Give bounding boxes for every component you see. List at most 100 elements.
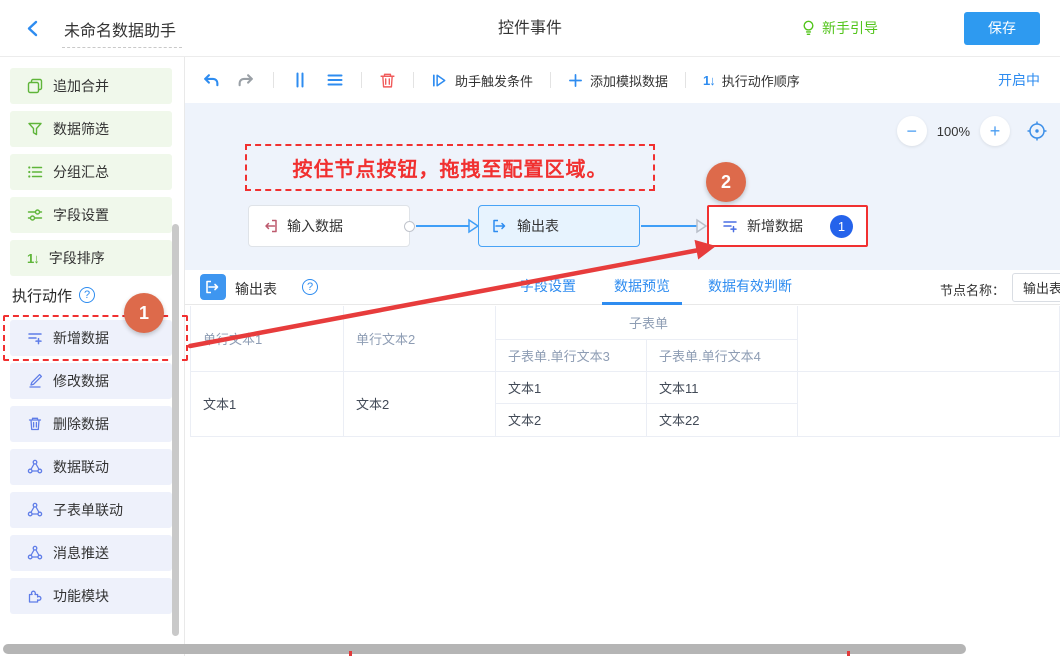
sidebar-item-label: 子表单联动 xyxy=(53,500,123,520)
document-title[interactable]: 未命名数据助手 xyxy=(62,17,182,48)
undo-icon xyxy=(201,72,220,89)
sidebar-item-edit-data[interactable]: 修改数据 xyxy=(10,363,172,399)
order-sort-icon: 1↓ xyxy=(703,73,715,88)
sidebar-item-label: 消息推送 xyxy=(53,543,109,563)
tutorial-step-2-badge: 2 xyxy=(706,162,746,202)
table-cell: 文本2 xyxy=(496,403,647,436)
crosshair-icon xyxy=(1026,120,1048,142)
sidebar-item-function-module[interactable]: 功能模块 xyxy=(10,578,172,614)
action-order-button[interactable]: 1↓ 执行动作顺序 xyxy=(703,71,800,90)
group-summary-icon xyxy=(27,164,43,180)
empty-cell xyxy=(798,306,1060,371)
input-data-icon xyxy=(262,218,278,234)
locate-center-button[interactable] xyxy=(1026,120,1048,142)
node-label: 新增数据 xyxy=(747,216,803,236)
flow-canvas[interactable]: − 100% + 按住节点按钮，拖拽至配置区域。 输入数据 输出表 xyxy=(185,103,1060,270)
panel-tabs: 字段设置 数据预览 数据有效判断 xyxy=(508,270,804,305)
tutorial-dash-mark xyxy=(349,651,352,656)
trash-icon xyxy=(379,72,396,89)
sidebar-item-message-push[interactable]: 消息推送 xyxy=(10,535,172,571)
zoom-in-button[interactable]: + xyxy=(980,116,1010,146)
action-order-label: 执行动作顺序 xyxy=(722,71,800,90)
beginner-guide-link[interactable]: 新手引导 xyxy=(801,18,878,38)
tutorial-step-1-badge: 1 xyxy=(124,293,164,333)
help-icon[interactable]: ? xyxy=(79,287,95,303)
top-header: 控件事件 未命名数据助手 新手引导 保存 xyxy=(0,0,1060,57)
node-output-table[interactable]: 输出表 xyxy=(478,205,640,247)
node-name-input[interactable] xyxy=(1012,273,1060,302)
panel-title: 输出表 xyxy=(235,279,277,299)
drag-hint-tooltip: 按住节点按钮，拖拽至配置区域。 xyxy=(245,144,655,191)
guide-label: 新手引导 xyxy=(822,18,878,38)
tab-field-settings[interactable]: 字段设置 xyxy=(508,270,588,305)
data-linkage-icon xyxy=(27,459,43,475)
add-mock-data-label: 添加模拟数据 xyxy=(590,71,668,90)
sidebar-item-data-filter[interactable]: 数据筛选 xyxy=(10,111,172,147)
toolbar-divider xyxy=(550,72,551,88)
app-window: 控件事件 未命名数据助手 新手引导 保存 追加合并 数据筛选 分组汇总 字段设置 xyxy=(0,0,1060,656)
sidebar-item-label: 修改数据 xyxy=(53,371,109,391)
horizontal-scrollbar[interactable] xyxy=(3,644,966,654)
main-area: 助手触发条件 添加模拟数据 1↓ 执行动作顺序 开启中 − xyxy=(185,57,1060,656)
panel-help-icon[interactable]: ? xyxy=(302,279,318,295)
field-settings-icon xyxy=(27,207,43,223)
column-header: 单行文本1 xyxy=(191,306,344,371)
zoom-controls: − 100% + xyxy=(897,116,1048,146)
node-input-data[interactable]: 输入数据 xyxy=(248,205,410,247)
zoom-level: 100% xyxy=(937,124,970,139)
message-push-icon xyxy=(27,545,43,561)
sidebar-item-label: 字段排序 xyxy=(49,248,105,268)
zoom-out-button[interactable]: − xyxy=(897,116,927,146)
sidebar-item-label: 追加合并 xyxy=(53,76,109,96)
field-sort-icon: 1↓ xyxy=(27,251,39,266)
column-subheader: 子表单.单行文本4 xyxy=(647,339,798,371)
sidebar-item-field-settings[interactable]: 字段设置 xyxy=(10,197,172,233)
align-horizontal-button[interactable] xyxy=(326,71,344,89)
output-table-icon xyxy=(205,279,221,295)
sidebar-item-label: 数据联动 xyxy=(53,457,109,477)
sidebar-item-label: 删除数据 xyxy=(53,414,109,434)
undo-button[interactable] xyxy=(201,72,220,89)
trigger-condition-button[interactable]: 助手触发条件 xyxy=(431,71,533,90)
sidebar-scrollbar[interactable] xyxy=(172,224,179,636)
sidebar-item-append-merge[interactable]: 追加合并 xyxy=(10,68,172,104)
node-output-port[interactable] xyxy=(404,221,415,232)
output-table-icon xyxy=(492,218,508,234)
sidebar-item-group-summary[interactable]: 分组汇总 xyxy=(10,154,172,190)
tutorial-dash-mark xyxy=(847,651,850,656)
data-preview-table: 单行文本1 单行文本2 子表单 子表单.单行文本3 子表单.单行文本4 文本1 … xyxy=(190,306,1060,437)
sidebar-item-field-sort[interactable]: 1↓ 字段排序 xyxy=(10,240,172,276)
action-section-title: 执行动作 xyxy=(12,285,72,306)
column-subheader: 子表单.单行文本3 xyxy=(496,339,647,371)
toolbar-divider xyxy=(685,72,686,88)
sidebar-item-subform-linkage[interactable]: 子表单联动 xyxy=(10,492,172,528)
column-group-header: 子表单 xyxy=(496,306,798,339)
delete-data-icon xyxy=(27,416,43,432)
plus-icon xyxy=(568,73,583,88)
module-icon xyxy=(27,588,43,604)
sidebar-item-data-linkage[interactable]: 数据联动 xyxy=(10,449,172,485)
back-button[interactable] xyxy=(24,19,44,39)
edit-data-icon xyxy=(27,373,43,389)
sidebar-item-delete-data[interactable]: 删除数据 xyxy=(10,406,172,442)
redo-button[interactable] xyxy=(237,72,256,89)
add-data-node-icon xyxy=(722,218,738,234)
delete-node-button[interactable] xyxy=(379,72,396,89)
tab-data-preview[interactable]: 数据预览 xyxy=(602,270,682,305)
status-toggle[interactable]: 开启中 xyxy=(998,70,1040,90)
node-count-badge: 1 xyxy=(830,215,853,238)
redo-icon xyxy=(237,72,256,89)
filter-icon xyxy=(27,121,43,137)
toolbar-divider xyxy=(413,72,414,88)
align-vertical-button[interactable] xyxy=(291,71,309,89)
drag-hint-text: 按住节点按钮，拖拽至配置区域。 xyxy=(293,153,608,182)
save-button[interactable]: 保存 xyxy=(964,12,1040,45)
node-add-data[interactable]: 新增数据 1 xyxy=(707,205,868,247)
sidebar-item-label: 功能模块 xyxy=(53,586,109,606)
sidebar-item-label: 数据筛选 xyxy=(53,119,109,139)
tab-data-validation[interactable]: 数据有效判断 xyxy=(696,270,804,305)
add-mock-data-button[interactable]: 添加模拟数据 xyxy=(568,71,668,90)
sidebar-item-label: 分组汇总 xyxy=(53,162,109,182)
column-header: 单行文本2 xyxy=(344,306,496,371)
trigger-condition-label: 助手触发条件 xyxy=(455,71,533,90)
